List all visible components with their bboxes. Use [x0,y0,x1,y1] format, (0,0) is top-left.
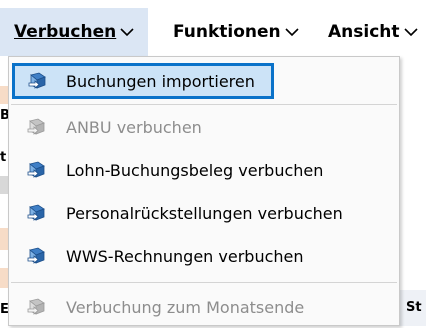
chevron-down-icon [285,23,299,41]
menu-ansicht[interactable]: Ansicht [314,8,426,56]
book-arrow-icon [27,203,47,223]
book-arrow-icon [27,117,47,137]
book-arrow-icon [28,71,48,91]
chevron-down-icon [120,23,134,41]
menu-item-label: Personalrückstellungen verbuchen [66,203,343,223]
menu-item-label: ANBU verbuchen [66,117,202,137]
menu-separator [11,104,397,105]
book-arrow-icon [27,246,47,266]
menu-item-anbu-verbuchen[interactable]: ANBU verbuchen [9,106,399,148]
background-column-header: St [397,290,426,326]
menu-item-label: Buchungen importieren [66,71,255,91]
chevron-down-icon [403,23,418,41]
menu-item-wws-rechnungen-verbuchen[interactable]: WWS-Rechnungen verbuchen [9,235,399,277]
book-arrow-icon [27,297,47,317]
menu-funktionen[interactable]: Funktionen [159,8,309,56]
verbuchen-dropdown-menu: Buchungen importieren ANBU verbuchen Loh… [8,56,400,326]
menu-label: Ansicht [328,22,400,42]
background-text-fragment: St [406,300,422,315]
background-gray-band [0,176,8,194]
menu-item-label: Verbuchung zum Monatsende [66,297,305,317]
menu-separator [11,282,397,283]
menu-item-lohn-buchungsbeleg-verbuchen[interactable]: Lohn-Buchungsbeleg verbuchen [9,149,399,191]
menu-item-buchungen-importieren[interactable]: Buchungen importieren [12,63,274,99]
menu-verbuchen[interactable]: Verbuchen [0,8,148,56]
menu-item-label: WWS-Rechnungen verbuchen [66,246,304,266]
background-stripe-low [0,268,8,288]
menu-item-personalrueckstellungen-verbuchen[interactable]: Personalrückstellungen verbuchen [9,192,399,234]
menu-label: Verbuchen [14,22,117,42]
background-stripe-mid [0,228,8,250]
menu-label: Funktionen [173,22,281,42]
menu-item-label: Lohn-Buchungsbeleg verbuchen [66,160,324,180]
background-stripe-top [0,86,8,104]
menu-item-verbuchung-zum-monatsende[interactable]: Verbuchung zum Monatsende [9,286,399,328]
background-text-fragment: t [0,150,7,165]
book-arrow-icon [27,160,47,180]
menu-bar: Verbuchen Funktionen Ansicht [0,0,426,56]
